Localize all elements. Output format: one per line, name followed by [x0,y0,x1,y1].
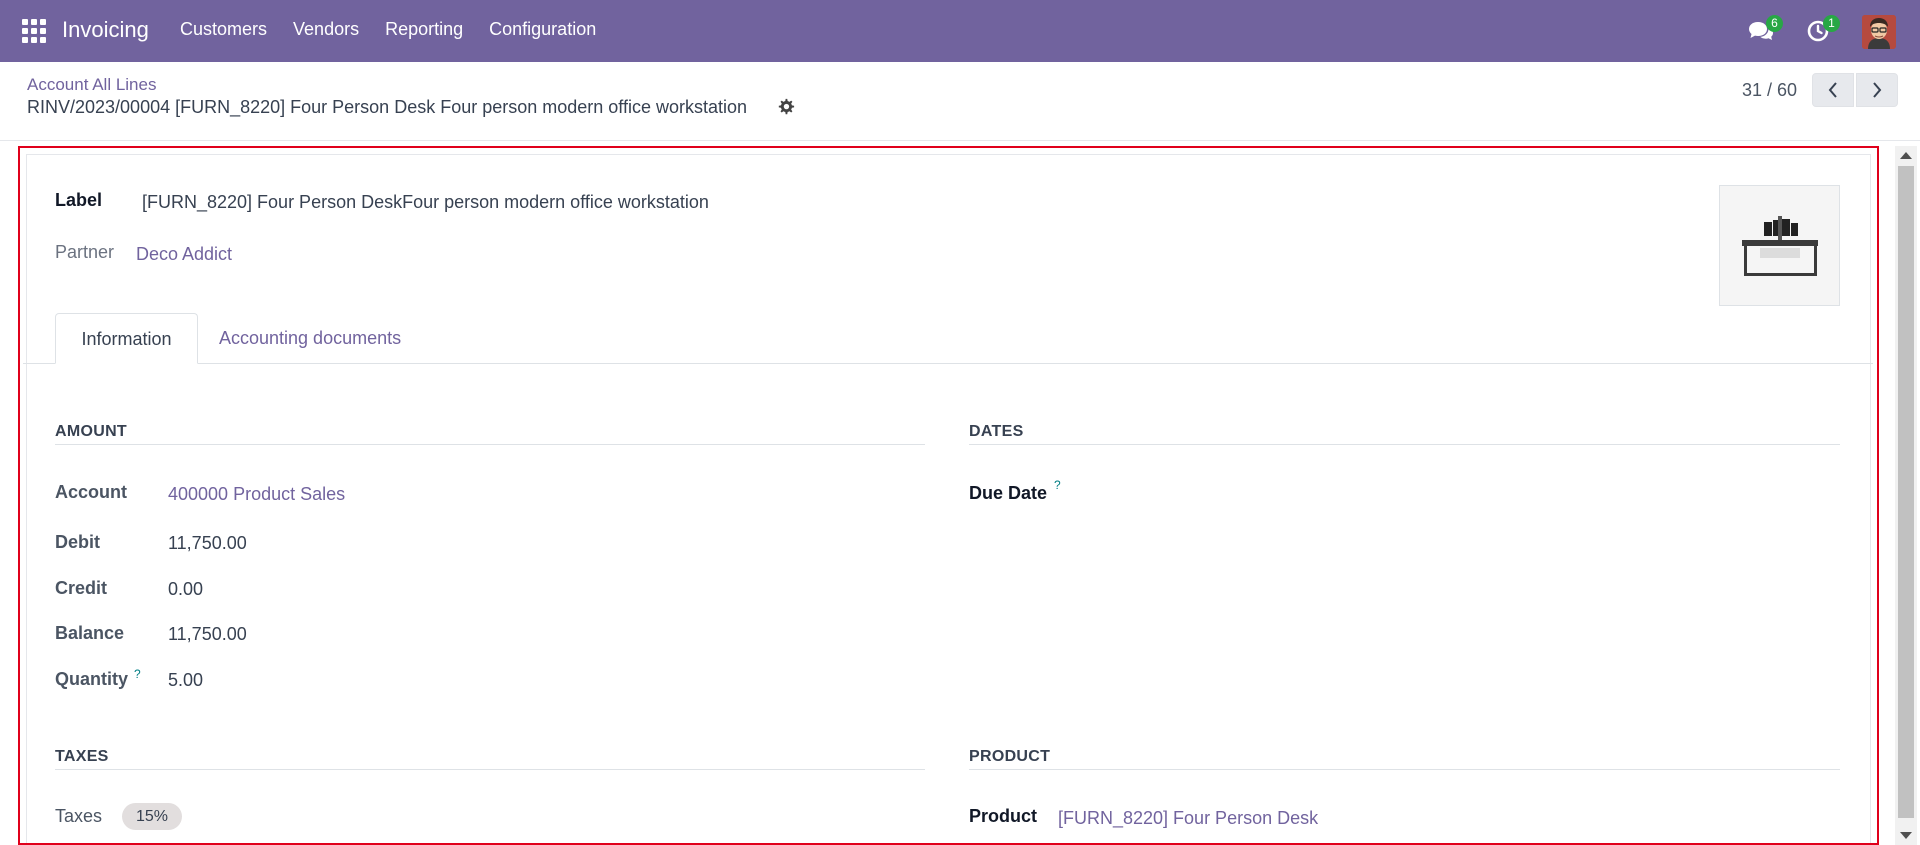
scrollbar-thumb[interactable] [1898,166,1914,818]
debit-label: Debit [55,532,100,552]
quantity-help-icon[interactable]: ? [134,667,141,681]
control-panel-divider [0,140,1920,141]
product-link[interactable]: [FURN_8220] Four Person Desk [1058,808,1318,829]
menu-item-configuration[interactable]: Configuration [489,19,596,40]
pager-next-button[interactable] [1856,73,1898,107]
due-date-label: Due Date [969,483,1048,503]
account-label: Account [55,482,127,502]
vertical-scrollbar[interactable] [1895,146,1917,845]
top-navbar: Invoicing Customers Vendors Reporting Co… [0,0,1920,62]
tabs-divider [23,363,1873,364]
label-field-value[interactable]: [FURN_8220] Four Person DeskFour person … [142,192,709,213]
product-image[interactable] [1719,185,1840,306]
taxes-label: Taxes [55,806,103,826]
messages-count-badge: 6 [1766,15,1783,32]
partner-field-label: Partner [55,242,115,262]
balance-value: 11,750.00 [168,624,247,644]
label-field-label: Label [55,190,103,210]
scroll-down-arrow-icon[interactable] [1900,832,1912,839]
taxes-section-divider [55,769,925,770]
record-title: RINV/2023/00004 [FURN_8220] Four Person … [27,97,748,117]
tab-information[interactable]: Information [55,313,198,364]
credit-value: 0.00 [168,579,204,599]
product-section-divider [969,769,1840,770]
main-menu: Customers Vendors Reporting Configuratio… [180,19,622,40]
quantity-label: Quantity [55,669,129,689]
balance-label: Balance [55,623,125,643]
gear-icon[interactable] [777,98,795,116]
amount-section-divider [55,444,925,445]
due-date-help-icon[interactable]: ? [1054,478,1061,492]
quantity-value: 5.00 [168,670,204,690]
chevron-left-icon [1828,82,1837,98]
partner-link[interactable]: Deco Addict [136,244,232,265]
menu-item-vendors[interactable]: Vendors [293,19,359,40]
taxes-section-title: TAXES [55,748,109,765]
account-link[interactable]: 400000 Product Sales [168,484,345,505]
app-title[interactable]: Invoicing [62,17,149,43]
credit-label: Credit [55,578,108,598]
tax-tag[interactable]: 15% [122,803,183,830]
menu-item-reporting[interactable]: Reporting [385,19,463,40]
tab-accounting-documents[interactable]: Accounting documents [219,328,401,349]
chevron-right-icon [1873,82,1882,98]
dates-section-title: DATES [969,423,1024,440]
desk-image-icon [1742,216,1818,276]
pager-value[interactable]: 31 / 60 [1742,80,1797,101]
product-section-title: PRODUCT [969,748,1051,765]
product-label: Product [969,806,1038,826]
amount-section-title: AMOUNT [55,423,128,440]
user-avatar[interactable] [1862,15,1896,49]
breadcrumb-account-all-lines[interactable]: Account All Lines [27,75,156,95]
dates-section-divider [969,444,1840,445]
menu-item-customers[interactable]: Customers [180,19,267,40]
apps-menu-icon[interactable] [22,19,46,43]
activities-count-badge: 1 [1823,15,1840,32]
debit-value: 11,750.00 [168,533,247,553]
pager-previous-button[interactable] [1812,73,1854,107]
scroll-up-arrow-icon[interactable] [1900,152,1912,159]
